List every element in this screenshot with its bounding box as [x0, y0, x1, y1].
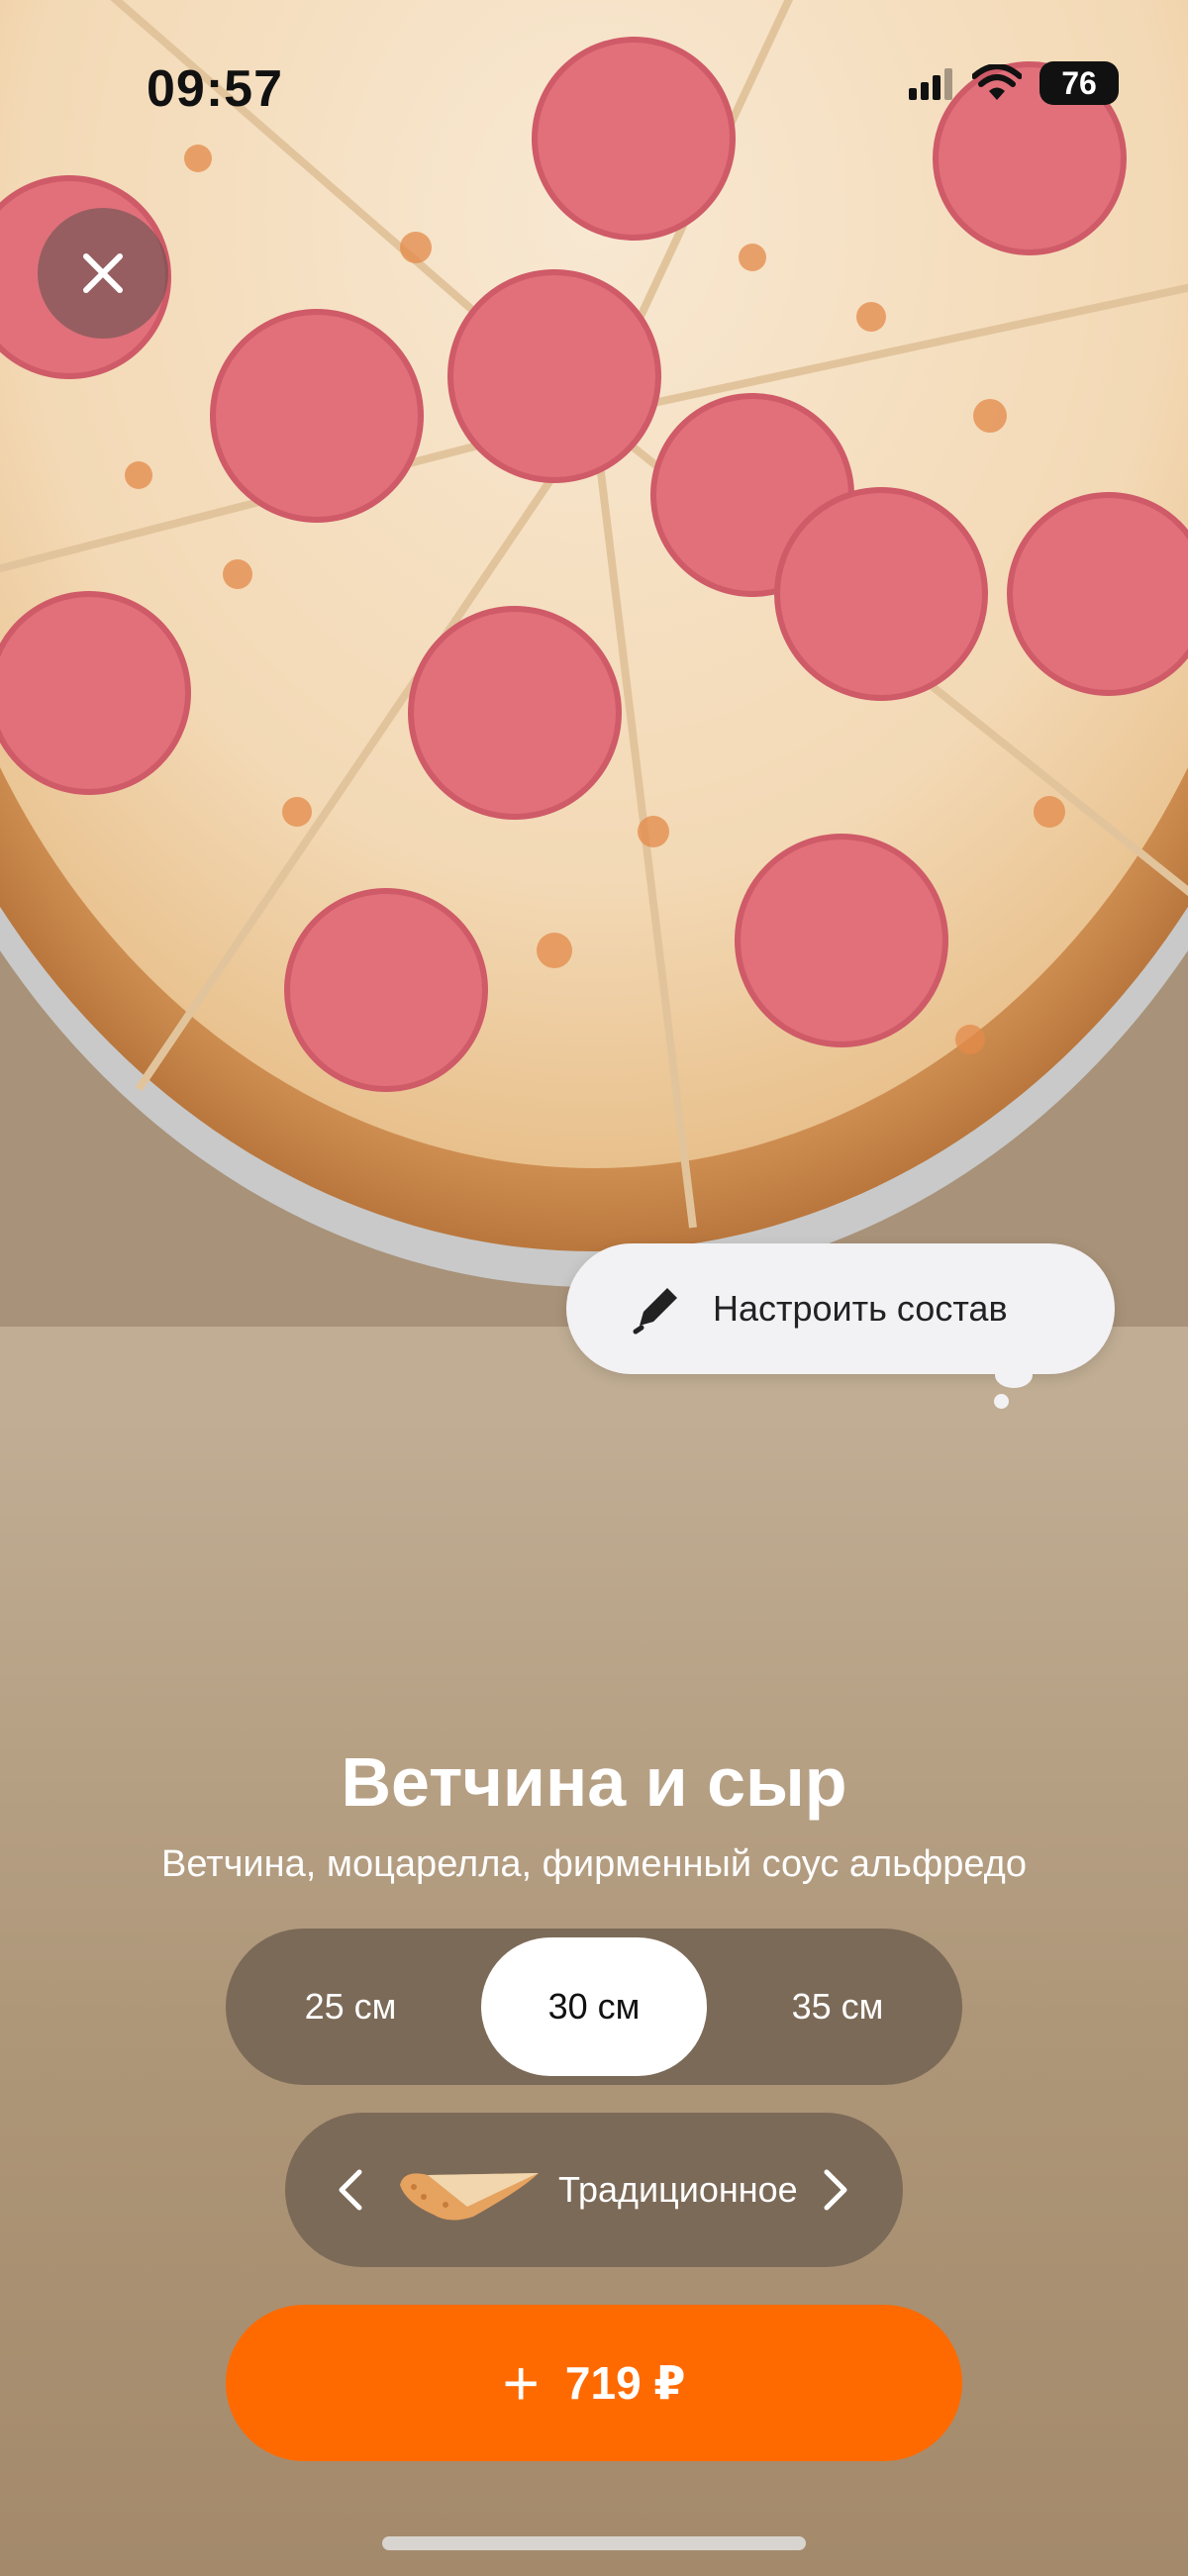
product-description: Ветчина, моцарелла, фирменный соус альфр…	[161, 1843, 1027, 1885]
customize-ingredients-button[interactable]: Настроить состав	[566, 1243, 1115, 1374]
close-icon	[83, 253, 123, 293]
status-icons: 76	[909, 61, 1119, 105]
dough-next-button[interactable]	[806, 2160, 865, 2220]
price-label: 719 ₽	[564, 2357, 686, 2409]
dough-prev-button[interactable]	[321, 2160, 380, 2220]
size-option-25[interactable]: 25 см	[232, 1937, 469, 2076]
signal-icon	[909, 68, 952, 100]
dough-selector: Традиционное	[285, 2113, 903, 2267]
chevron-left-icon	[339, 2169, 362, 2211]
wifi-icon	[972, 64, 1022, 100]
plus-icon: +	[502, 2347, 540, 2419]
customize-label: Настроить состав	[713, 1288, 1008, 1329]
size-option-35[interactable]: 35 см	[719, 1937, 956, 2076]
close-button[interactable]	[38, 208, 168, 339]
status-time: 09:57	[147, 60, 283, 118]
dough-image	[400, 2173, 539, 2221]
size-selector: 25 см 30 см 35 см	[226, 1929, 962, 2085]
chevron-right-icon	[824, 2169, 847, 2211]
size-option-30[interactable]: 30 см	[481, 1937, 707, 2076]
home-indicator[interactable]	[382, 2536, 806, 2550]
add-to-cart-button[interactable]: + 719 ₽	[226, 2305, 962, 2461]
battery-indicator: 76	[1040, 61, 1119, 105]
bubble-tail	[995, 1362, 1033, 1388]
bubble-tail-dot	[994, 1394, 1009, 1409]
product-title: Ветчина и сыр	[341, 1743, 847, 1821]
dough-label: Традиционное	[558, 2169, 798, 2210]
pencil-icon	[633, 1288, 677, 1335]
pizza-image	[0, 0, 1188, 1327]
